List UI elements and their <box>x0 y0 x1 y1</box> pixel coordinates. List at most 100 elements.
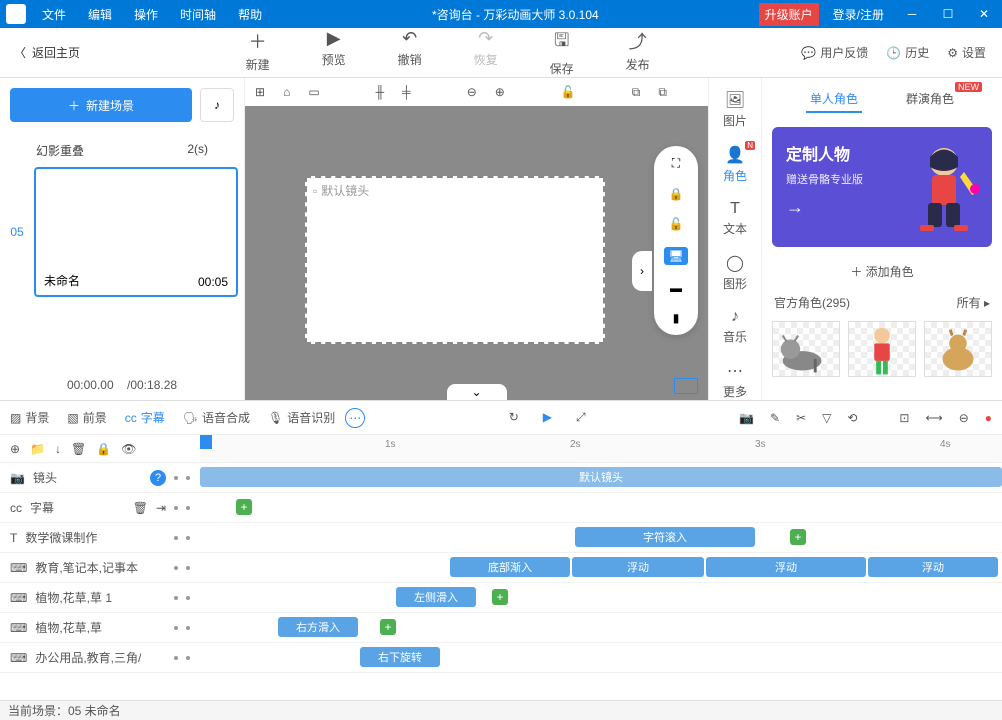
tl-tab-语音识别[interactable]: 🎙语音识别 <box>268 409 335 426</box>
clip[interactable]: 底部渐入 <box>450 557 570 577</box>
menu-help[interactable]: 帮助 <box>228 2 272 27</box>
login-button[interactable]: 登录/注册 <box>823 2 894 27</box>
track[interactable]: 右方滑入 + <box>200 613 1002 642</box>
toolbar-新建[interactable]: ＋新建 <box>235 28 281 77</box>
edit-tool-icon[interactable]: ✎ <box>770 411 780 425</box>
toolbar-预览[interactable]: ▶预览 <box>311 28 357 77</box>
toolbar-设置[interactable]: ⚙设置 <box>947 44 986 61</box>
minimap[interactable] <box>674 378 698 394</box>
side-tab-图片[interactable]: 🖼图片 <box>709 86 761 133</box>
track[interactable]: 右下旋转 <box>200 643 1002 672</box>
clip[interactable]: 字符滚入 <box>575 527 755 547</box>
add-clip-button[interactable]: + <box>790 529 806 545</box>
maximize-button[interactable]: ☐ <box>930 3 966 25</box>
side-tab-角色[interactable]: 👤角色N <box>709 141 761 188</box>
close-button[interactable]: ✕ <box>966 3 1002 25</box>
minus-icon[interactable]: ⊖ <box>959 411 969 425</box>
zoom-in-icon[interactable]: ⊕ <box>495 85 505 99</box>
fullscreen-icon[interactable]: ⛶ <box>672 156 680 171</box>
filter-all-button[interactable]: 所有 ▸ <box>957 294 990 311</box>
link-icon[interactable]: ⟲ <box>847 411 857 425</box>
toolbar-保存[interactable]: 🖫保存 <box>539 28 585 77</box>
delete-icon[interactable]: 🗑 <box>71 442 86 456</box>
playhead[interactable] <box>200 435 212 449</box>
play-icon[interactable]: ▶ <box>543 410 552 425</box>
align-icon[interactable]: ╫ <box>376 85 385 99</box>
toolbar-发布[interactable]: ⤴发布 <box>615 28 661 77</box>
more-button[interactable]: ⋯ <box>345 408 365 428</box>
distribute-icon[interactable]: ╪ <box>402 85 411 99</box>
custom-character-banner[interactable]: 定制人物 赠送骨骼专业版 → <box>772 127 992 247</box>
toolbar-恢复[interactable]: ↷恢复 <box>463 28 509 77</box>
scene-item[interactable]: 05 未命名 00:05 <box>6 167 238 297</box>
clip[interactable]: 右方滑入 <box>278 617 358 637</box>
clip[interactable]: 默认镜头 <box>200 467 1002 487</box>
new-scene-button[interactable]: ＋ 新建场景 <box>10 88 192 122</box>
record-icon[interactable]: ● <box>985 411 992 425</box>
add-clip-button[interactable]: + <box>236 499 252 515</box>
import-icon[interactable]: ⇥ <box>156 501 166 515</box>
side-tab-文本[interactable]: T文本 <box>709 196 761 241</box>
toolbar-用户反馈[interactable]: 💬用户反馈 <box>801 44 868 61</box>
toolbar-撤销[interactable]: ↶撤销 <box>387 28 433 77</box>
scene-thumbnail[interactable]: 未命名 00:05 <box>34 167 238 297</box>
character-thumb[interactable] <box>848 321 916 377</box>
mobile-icon[interactable]: ▮ <box>673 311 680 325</box>
folder-icon[interactable]: 📁 <box>30 442 45 456</box>
add-character-button[interactable]: ＋ 添加角色 <box>762 253 1002 290</box>
canvas[interactable]: ▫ 默认镜头 <box>305 176 605 344</box>
add-clip-button[interactable]: + <box>492 589 508 605</box>
character-thumb[interactable] <box>772 321 840 377</box>
side-tab-音乐[interactable]: ♪音乐 <box>709 304 761 349</box>
toolbar-历史[interactable]: 🕒历史 <box>886 44 929 61</box>
clip[interactable]: 浮动 <box>868 557 998 577</box>
add-clip-button[interactable]: + <box>380 619 396 635</box>
upgrade-button[interactable]: 升级账户 <box>759 3 819 26</box>
expand-arrow[interactable]: › <box>632 251 652 291</box>
menu-action[interactable]: 操作 <box>124 2 168 27</box>
camera-tool-icon[interactable]: 📷 <box>739 411 754 425</box>
desktop-icon[interactable]: 🖥 <box>664 247 687 265</box>
visibility-icon[interactable]: 👁 <box>121 442 136 456</box>
clip[interactable]: 浮动 <box>572 557 704 577</box>
marker-icon[interactable]: ⊡ <box>899 411 909 425</box>
menu-file[interactable]: 文件 <box>32 2 76 27</box>
track[interactable]: 字符滚入 + <box>200 523 1002 552</box>
tl-tab-字幕[interactable]: cc字幕 <box>125 409 165 426</box>
side-tab-图形[interactable]: ◯图形 <box>709 249 761 296</box>
collapse-arrow[interactable]: ⌄ <box>447 384 507 400</box>
cut-tool-icon[interactable]: ✂ <box>796 411 806 425</box>
home-icon[interactable]: ⌂ <box>283 85 290 99</box>
music-button[interactable]: ♪ <box>200 88 234 122</box>
track[interactable]: 默认镜头 <box>200 463 1002 492</box>
expand-icon[interactable]: ⤢ <box>576 410 586 425</box>
tab-single-character[interactable]: 单人角色 <box>806 86 862 113</box>
clip[interactable]: 浮动 <box>706 557 866 577</box>
tablet-icon[interactable]: ▬ <box>670 281 682 295</box>
unlock-icon[interactable]: 🔓 <box>669 217 684 231</box>
help-icon[interactable]: ? <box>150 470 166 486</box>
track[interactable]: 左侧滑入 + <box>200 583 1002 612</box>
tab-group-character[interactable]: 群演角色 NEW <box>902 86 958 113</box>
filter-icon[interactable]: ▽ <box>822 411 831 425</box>
minimize-button[interactable]: ─ <box>894 3 930 25</box>
character-thumb[interactable] <box>924 321 992 377</box>
tl-tab-背景[interactable]: ▨背景 <box>10 409 49 426</box>
down-icon[interactable]: ↓ <box>55 442 61 456</box>
lock-tracks-icon[interactable]: 🔒 <box>96 442 111 456</box>
undo-icon[interactable]: ↻ <box>509 410 519 425</box>
copy-icon[interactable]: ⧉ <box>632 85 641 100</box>
crop-icon[interactable]: ▭ <box>308 85 319 99</box>
clip[interactable]: 右下旋转 <box>360 647 440 667</box>
timeline-ruler[interactable]: 1s 2s 3s 4s <box>200 435 1002 462</box>
clip[interactable]: 左侧滑入 <box>396 587 476 607</box>
back-button[interactable]: 〈 返回主页 <box>0 44 94 61</box>
side-tab-更多[interactable]: ⋯更多 <box>709 357 761 404</box>
track[interactable]: 底部渐入浮动浮动浮动 <box>200 553 1002 582</box>
zoom-tl-icon[interactable]: ⟷ <box>925 411 942 425</box>
delete-icon[interactable]: 🗑 <box>133 501 148 515</box>
tl-tab-前景[interactable]: ▧前景 <box>67 409 106 426</box>
zoom-out-icon[interactable]: ⊖ <box>467 85 477 99</box>
track[interactable]: + <box>200 493 1002 522</box>
menu-edit[interactable]: 编辑 <box>78 2 122 27</box>
